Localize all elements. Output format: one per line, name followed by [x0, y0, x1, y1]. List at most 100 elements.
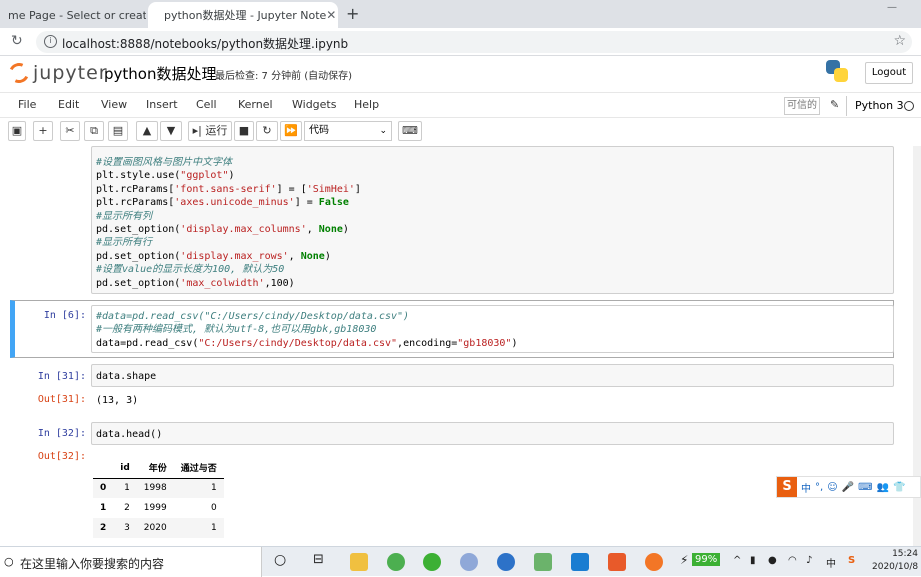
cell-code[interactable]: #data=pd.read_csv("C:/Users/cindy/Deskto… [96, 310, 517, 350]
sogou-tray-icon[interactable]: S [848, 555, 855, 566]
tab-title: python数据处理 - Jupyter Note [164, 9, 327, 22]
edit-pencil-icon[interactable]: ✎ [830, 98, 839, 111]
taskbar-search[interactable]: ○ 在这里输入你要搜索的内容 [0, 547, 262, 577]
ime-chinese-toggle[interactable]: 中 [801, 480, 811, 495]
code-line: pd.set_option('display.max_rows', None) [96, 250, 331, 262]
code-cell[interactable]: data.head() [91, 422, 894, 445]
ime-toolbar[interactable]: S 中 °, ☺ 🎤 ⌨ 👥 👕 [776, 476, 921, 498]
app-icon[interactable] [534, 553, 552, 571]
dataframe-table: id 年份 通过与否 0 1 1998 1 1 2 1999 0 2 3 202… [93, 458, 224, 538]
save-icon[interactable]: ▣ [8, 121, 26, 141]
omnibox[interactable]: i localhost:8888/notebooks/python数据处理.ip… [36, 31, 912, 53]
menu-help[interactable]: Help [354, 98, 379, 111]
run-button[interactable]: ▸| 运行 [188, 121, 232, 141]
notebook-name[interactable]: python数据处理 [104, 63, 216, 84]
cell-code[interactable]: data.head() [96, 428, 162, 441]
code-line: #data=pd.read_csv("C:/Users/cindy/Deskto… [96, 311, 410, 322]
code-line: #设置value的显示长度为100, 默认为50 [96, 264, 285, 276]
jupyter-logo[interactable]: jupyter [6, 60, 108, 86]
code-cell[interactable]: data.shape [91, 364, 894, 387]
menu-kernel[interactable]: Kernel [238, 98, 273, 111]
cell-output: (13, 3) [96, 395, 139, 406]
window-controls[interactable]: — [887, 2, 915, 13]
reload-icon[interactable]: ↻ [11, 33, 23, 49]
cortana-icon[interactable]: ○ [274, 552, 286, 568]
ime-lang-icon[interactable]: 中 [826, 555, 836, 570]
code-line: #显示所有行 [96, 237, 153, 249]
python-logo-icon [826, 60, 848, 82]
menu-edit[interactable]: Edit [58, 98, 79, 111]
copy-icon[interactable]: ⧉ [84, 121, 104, 141]
table-row: 0 1 1998 1 [93, 478, 224, 498]
logout-button[interactable]: Logout [865, 62, 913, 84]
cut-icon[interactable]: ✂ [60, 121, 80, 141]
volume-icon[interactable]: ♪ [806, 555, 812, 566]
phone-icon[interactable]: ▮ [750, 555, 756, 566]
kernel-name: Python 3 [846, 96, 904, 116]
table-row: 1 2 1999 0 [93, 498, 224, 518]
menu-widgets[interactable]: Widgets [292, 98, 336, 111]
address-bar: ↻ i localhost:8888/notebooks/python数据处理.… [0, 28, 921, 56]
wechat-icon[interactable] [423, 553, 441, 571]
wifi-icon[interactable]: ◠ [788, 555, 797, 566]
tray-app-icon[interactable]: ● [768, 555, 777, 566]
menu-cell[interactable]: Cell [196, 98, 217, 111]
tab-home[interactable]: me Page - Select or create a ✕ [0, 2, 146, 28]
r-icon[interactable] [460, 553, 478, 571]
code-line: pd.set_option('max_colwidth',100) [96, 277, 295, 289]
restart-icon[interactable]: ↻ [256, 121, 278, 141]
tab-notebook[interactable]: python数据处理 - Jupyter Note ✕ [148, 2, 338, 28]
bookmark-star-icon[interactable]: ☆ [893, 33, 906, 49]
code-cell[interactable]: #设置画图风格与图片中文字体 plt.style.use("ggplot") plt… [91, 146, 894, 294]
table-cell: 1 [210, 523, 217, 533]
trusted-badge[interactable]: 可信的 [784, 97, 820, 115]
ime-mic-icon[interactable]: 🎤 [842, 482, 854, 493]
table-cell: 1 [210, 483, 217, 494]
code-line: plt.rcParams['axes.unicode_minus'] = Fal… [96, 197, 349, 209]
row-index: 1 [100, 503, 107, 513]
search-placeholder[interactable]: 在这里输入你要搜索的内容 [20, 555, 164, 572]
close-icon[interactable]: ✕ [326, 8, 336, 22]
move-down-icon[interactable]: ▼ [160, 121, 182, 141]
info-icon[interactable]: i [44, 35, 57, 48]
restart-run-all-icon[interactable]: ⏩ [280, 121, 302, 141]
ime-punctuation-icon[interactable]: °, [815, 482, 823, 493]
task-view-icon[interactable]: ⊟ [313, 552, 324, 567]
jupyter-taskbar-icon[interactable] [645, 553, 663, 571]
new-tab-button[interactable]: + [346, 4, 359, 23]
app-cp-blue-icon[interactable] [571, 553, 589, 571]
clock[interactable]: 15:24 2020/10/8 [872, 548, 918, 574]
insert-cell-icon[interactable]: + [33, 121, 53, 141]
taskbar: ○ 在这里输入你要搜索的内容 ○ ⊟ ⚡ 99% ^ ▮ ● ◠ ♪ 中 S 1… [0, 546, 921, 577]
table-cell: 1998 [143, 483, 167, 494]
menu-insert[interactable]: Insert [146, 98, 178, 111]
ime-user-icon[interactable]: 👥 [877, 482, 889, 493]
menubar: File Edit View Insert Cell Kernel Widget… [0, 92, 921, 118]
column-header: 通过与否 [173, 458, 224, 479]
table-cell: 0 [210, 503, 217, 513]
cell-code[interactable]: #设置画图风格与图片中文字体 plt.style.use("ggplot") plt… [96, 156, 361, 290]
app-cp-orange-icon[interactable] [608, 553, 626, 571]
interrupt-icon[interactable]: ■ [234, 121, 254, 141]
toolbar: ▣ + ✂ ⧉ ▤ ▲ ▼ ▸| 运行 ■ ↻ ⏩ 代码 ⌄ ⌨ [0, 119, 921, 143]
file-explorer-icon[interactable] [350, 553, 368, 571]
paste-icon[interactable]: ▤ [108, 121, 128, 141]
globe-icon[interactable] [497, 553, 515, 571]
tray-expand-icon[interactable]: ^ [733, 555, 741, 566]
move-up-icon[interactable]: ▲ [136, 121, 158, 141]
code-line: data=pd.read_csv("C:/Users/cindy/Desktop… [96, 337, 518, 349]
sogou-ime-icon[interactable]: S [777, 477, 797, 497]
ime-keyboard-icon[interactable]: ⌨ [858, 482, 872, 493]
ime-emoji-icon[interactable]: ☺ [827, 482, 837, 493]
code-cell-selected[interactable]: #data=pd.read_csv("C:/Users/cindy/Deskto… [91, 305, 894, 353]
cell-code[interactable]: data.shape [96, 370, 156, 383]
menu-file[interactable]: File [18, 98, 36, 111]
menu-view[interactable]: View [101, 98, 127, 111]
time: 15:24 [892, 549, 918, 559]
chrome-icon[interactable] [387, 553, 405, 571]
browser-tab-bar: me Page - Select or create a ✕ python数据处… [0, 0, 921, 28]
cell-type-select[interactable]: 代码 ⌄ [304, 121, 392, 141]
url-text[interactable]: localhost:8888/notebooks/python数据处理.ipyn… [62, 35, 348, 52]
ime-skin-icon[interactable]: 👕 [893, 482, 905, 493]
keyboard-icon[interactable]: ⌨ [398, 121, 422, 141]
